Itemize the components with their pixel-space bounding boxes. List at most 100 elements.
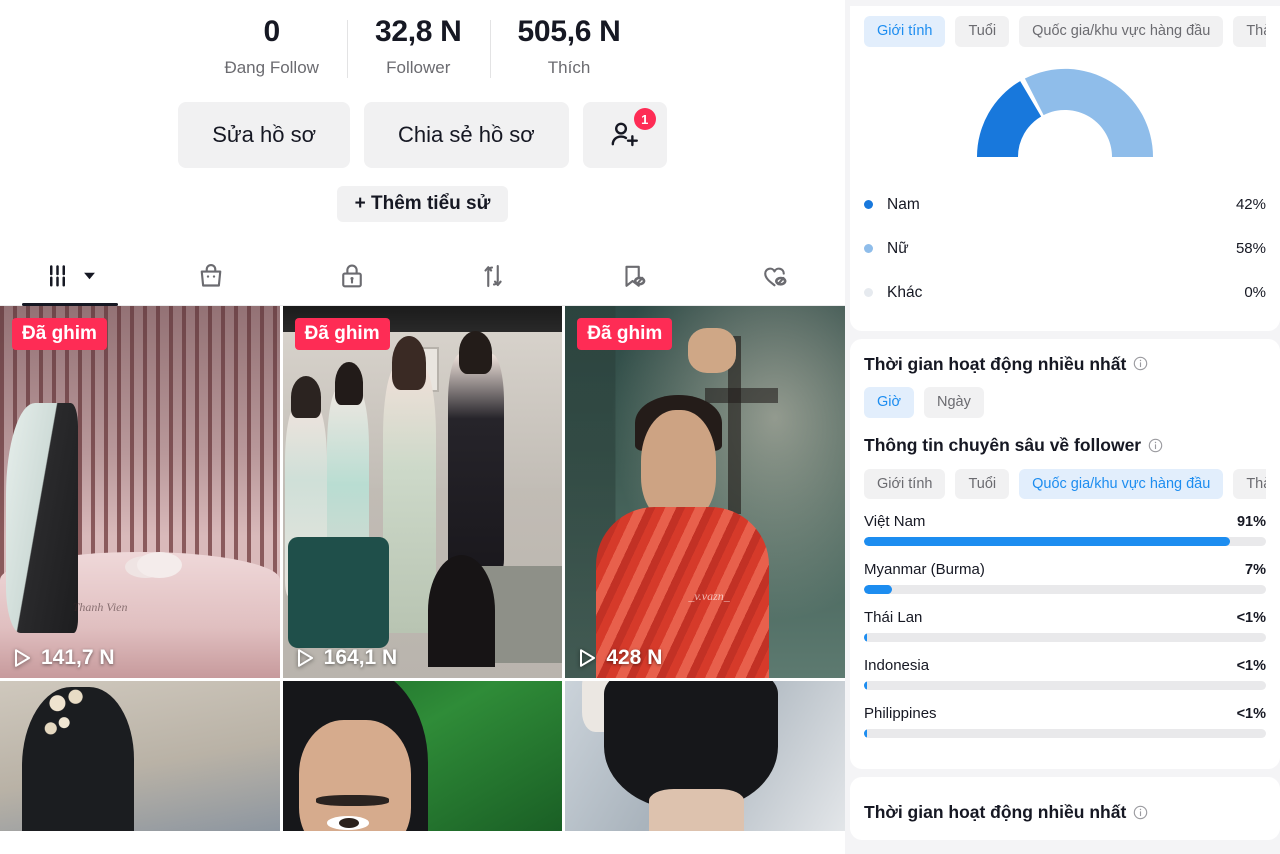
add-bio-row: + Thêm tiểu sử [0,186,845,222]
video-cell-1[interactable]: Thanh Vien Đã ghim 141,7 N [0,306,280,678]
play-icon [12,647,32,669]
bottom-active-time-card: Thời gian hoạt động nhiều nhất [850,777,1280,840]
repost-icon [478,261,508,291]
tab-private[interactable] [282,246,423,305]
video-thumbnail [282,306,563,678]
bar-value-myanmar: 7% [1245,562,1266,578]
lock-icon [337,261,367,291]
chip-hour[interactable]: Giờ [864,387,915,418]
legend-label-female: Nữ [887,239,909,257]
bar-label-indonesia: Indonesia [864,657,930,674]
profile-actions: Sửa hồ sơ Chia sẻ hồ sơ 1 [0,102,845,168]
gender-legend: Nam 42% Nữ 58% Khác 0% [864,183,1266,315]
video-thumbnail [565,681,845,831]
bottom-active-time-title-label: Thời gian hoạt động nhiều nhất [864,802,1127,822]
heart-hidden-icon [760,261,790,291]
info-icon[interactable] [1133,356,1148,371]
video-grid: Thanh Vien Đã ghim 141,7 N Đã ghim 164,1… [0,306,845,831]
follower-chip-city[interactable]: Thàn [1233,468,1266,499]
bar-track [864,537,1266,546]
profile-stats: 0 Đang Follow 32,8 N Follower 505,6 N Th… [0,0,845,80]
insights-card: Thời gian hoạt động nhiều nhất Giờ Ngày … [850,338,1280,769]
view-count: 141,7 N [12,646,115,670]
tab-favorites[interactable] [563,246,704,305]
gender-card: Giới tính Tuổi Quốc gia/khu vực hàng đầu… [850,6,1280,331]
video-cell-2[interactable]: Đã ghim 164,1 N [282,306,563,678]
follower-chip-age[interactable]: Tuổi [955,468,1010,499]
video-thumbnail: Thanh Vien [0,306,280,678]
legend-item-female: Nữ 58% [864,227,1266,271]
add-bio-button[interactable]: + Thêm tiểu sử [336,186,509,222]
view-count-label: 164,1 N [323,646,398,669]
play-icon [295,647,315,669]
follower-insights-title-label: Thông tin chuyên sâu về follower [864,434,1142,455]
stat-followers[interactable]: 32,8 N Follower [346,14,490,80]
video-thumbnail [282,681,563,831]
legend-dot-male [864,200,873,209]
view-count: 164,1 N [295,646,398,670]
profile-tabs [0,246,845,306]
bar-label-philippines: Philippines [864,705,937,722]
bar-track [864,585,1266,594]
bar-value-thailand: <1% [1236,610,1266,626]
bar-track [864,729,1266,738]
tab-reposts[interactable] [422,246,563,305]
active-time-title: Thời gian hoạt động nhiều nhất [864,353,1266,376]
profile-column: 0 Đang Follow 32,8 N Follower 505,6 N Th… [0,0,845,854]
add-friend-badge: 1 [633,108,656,130]
stat-following-value: 0 [263,15,281,48]
chip-city[interactable]: Thàn [1233,16,1266,47]
active-time-chips: Giờ Ngày [864,387,1266,418]
play-icon [577,647,597,669]
bar-fill [864,729,868,738]
top-filter-chips: Giới tính Tuổi Quốc gia/khu vực hàng đầu… [864,16,1266,47]
tab-liked[interactable] [704,246,845,305]
info-icon[interactable] [1133,805,1148,820]
country-bar-chart: Việt Nam 91% Myanmar (Burma) 7% Thái Lan [864,513,1266,738]
video-cell-6[interactable] [565,681,845,831]
bar-label-myanmar: Myanmar (Burma) [864,561,985,578]
stat-likes[interactable]: 505,6 N Thích [489,14,649,80]
grid-icon [45,261,75,291]
shopping-bag-icon [196,261,226,291]
bar-label-thailand: Thái Lan [864,609,923,626]
bar-row-vietnam: Việt Nam 91% [864,513,1266,546]
follower-chip-top-country[interactable]: Quốc gia/khu vực hàng đầu [1019,468,1224,499]
share-profile-button[interactable]: Chia sẻ hồ sơ [364,102,569,168]
chip-gender[interactable]: Giới tính [864,16,946,47]
legend-value-female: 58% [1235,240,1266,257]
video-cell-5[interactable] [282,681,563,831]
legend-item-other: Khác 0% [864,271,1266,315]
gender-gauge-svg [976,68,1154,157]
tab-shop[interactable] [141,246,282,305]
active-time-title-label: Thời gian hoạt động nhiều nhất [864,353,1127,374]
chip-age[interactable]: Tuổi [955,16,1010,47]
follower-chip-gender[interactable]: Giới tính [864,468,946,499]
bottom-active-time-title: Thời gian hoạt động nhiều nhất [864,801,1266,824]
edit-profile-button[interactable]: Sửa hồ sơ [178,102,351,168]
info-icon[interactable] [1148,438,1163,453]
legend-label-other: Khác [887,283,923,301]
legend-item-male: Nam 42% [864,183,1266,227]
video-thumbnail [0,681,280,831]
stat-followers-value: 32,8 N [374,15,462,48]
bar-track [864,681,1266,690]
video-cell-4[interactable] [0,681,280,831]
bar-value-vietnam: 91% [1236,514,1266,530]
bar-row-philippines: Philippines <1% [864,705,1266,738]
chip-day[interactable]: Ngày [924,387,984,418]
chip-top-country[interactable]: Quốc gia/khu vực hàng đầu [1019,16,1224,47]
legend-value-other: 0% [1244,284,1266,301]
chevron-down-icon [83,269,96,282]
view-count: 428 N [577,646,662,670]
bar-row-indonesia: Indonesia <1% [864,657,1266,690]
add-friend-button[interactable]: 1 [582,102,667,168]
analytics-panel: Giới tính Tuổi Quốc gia/khu vực hàng đầu… [845,0,1280,854]
pinned-badge: Đã ghim [294,318,390,350]
bar-value-philippines: <1% [1236,706,1266,722]
video-cell-3[interactable]: _v.vazn_ Đã ghim 428 N [565,306,845,678]
tab-videos[interactable] [0,246,141,306]
stat-following[interactable]: 0 Đang Follow [196,14,347,80]
legend-dot-other [864,288,873,297]
stat-likes-value: 505,6 N [517,15,621,48]
